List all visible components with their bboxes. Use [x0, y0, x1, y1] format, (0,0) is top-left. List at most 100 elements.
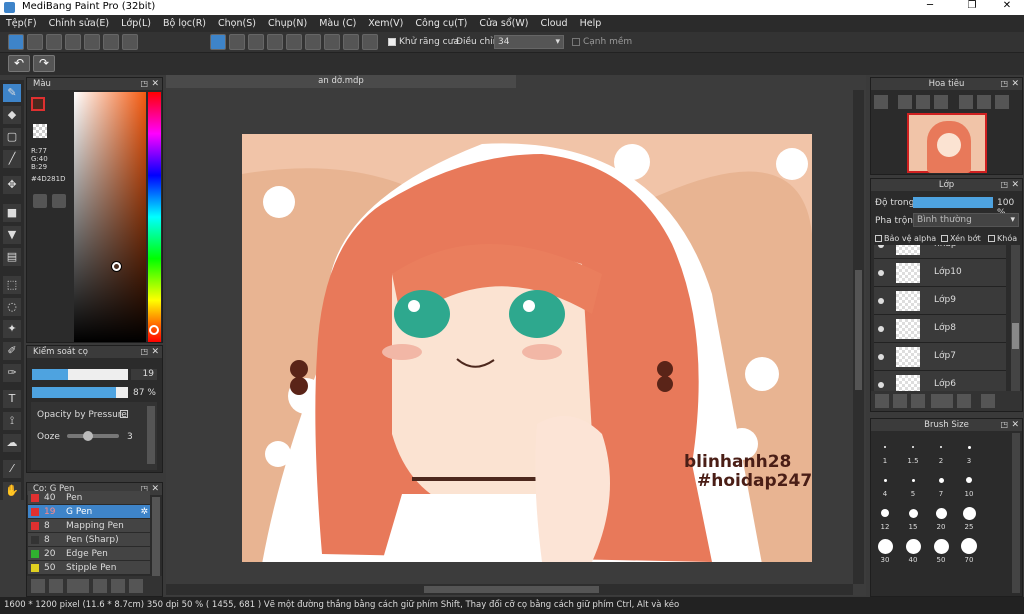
drawing-canvas[interactable]: blinhanh28 #hoidap247 [242, 134, 812, 562]
move-tool-icon[interactable]: ✥ [3, 176, 21, 194]
undo-button[interactable]: ↶ [8, 55, 30, 72]
eye-icon[interactable] [878, 326, 884, 332]
magic-wand-icon[interactable]: ✦ [3, 320, 21, 338]
circle-snap-icon[interactable] [305, 34, 321, 50]
transparent-color[interactable] [33, 124, 47, 138]
menu-item-9[interactable]: Cửa sổ(W) [473, 18, 534, 29]
perspective-snap-icon[interactable] [267, 34, 283, 50]
redo-button[interactable]: ↷ [33, 55, 55, 72]
grid-snap-icon[interactable] [248, 34, 264, 50]
menu-item-4[interactable]: Chọn(S) [212, 18, 262, 29]
hue-slider[interactable] [148, 92, 161, 342]
select-rect-icon[interactable]: ⬚ [3, 276, 21, 294]
brush-size-dot[interactable] [967, 445, 971, 449]
menu-item-1[interactable]: Chỉnh sửa(E) [43, 18, 116, 29]
duplicate-layer-icon[interactable] [911, 394, 925, 408]
color-history-icon[interactable] [52, 194, 66, 208]
close-icon[interactable]: ✕ [1011, 419, 1019, 431]
delete-brush-icon[interactable] [129, 579, 143, 593]
minimize-button[interactable]: ─ [915, 0, 945, 11]
clip-checkbox[interactable] [941, 235, 948, 242]
brush-size-dot[interactable] [911, 478, 915, 482]
smooth-checkbox[interactable] [572, 38, 580, 46]
merge-layer-icon[interactable] [981, 394, 995, 408]
add-brush-icon[interactable] [31, 579, 45, 593]
line-tool-icon[interactable]: ╱ [3, 150, 21, 168]
comment-icon[interactable] [46, 34, 62, 50]
new-brush-icon[interactable] [49, 579, 63, 593]
cloud-icon[interactable] [8, 34, 24, 50]
brush-list-item[interactable]: 8 Mapping Pen [28, 519, 150, 533]
undock-icon[interactable]: ◳ [140, 78, 148, 90]
brush-list-item[interactable]: 50 Stipple Pen [28, 561, 150, 575]
size-slider[interactable] [32, 369, 128, 380]
brush-menu-icon[interactable] [67, 579, 89, 593]
eye-icon[interactable] [878, 298, 884, 304]
layer-row[interactable]: Lớp9 [874, 287, 1006, 315]
fit-icon[interactable] [916, 95, 930, 109]
new-halftone-layer-icon[interactable] [893, 394, 907, 408]
close-icon[interactable]: ✕ [1011, 179, 1019, 191]
brush-size-dot[interactable] [912, 446, 914, 448]
export-icon[interactable] [27, 34, 43, 50]
zoom-in-icon[interactable] [874, 95, 888, 109]
eyedropper-icon[interactable]: ⁄ [3, 460, 21, 478]
brush-size-dot[interactable] [961, 538, 977, 554]
page-icon[interactable] [84, 34, 100, 50]
ooze-slider[interactable] [67, 431, 119, 441]
menu-item-11[interactable]: Help [574, 18, 608, 29]
parallel-snap-icon[interactable] [229, 34, 245, 50]
brush-size-dot[interactable] [938, 477, 944, 483]
horizontal-scroll-thumb[interactable] [424, 586, 599, 593]
menu-item-7[interactable]: Xem(V) [362, 18, 409, 29]
radial-snap-icon[interactable] [286, 34, 302, 50]
menu-item-0[interactable]: Tệp(F) [0, 18, 43, 29]
layer-row[interactable]: Lớp10 [874, 259, 1006, 287]
menu-item-3[interactable]: Bộ lọc(R) [157, 18, 212, 29]
brush-size-dot[interactable] [908, 508, 918, 518]
size-value-box[interactable]: 19 [131, 369, 157, 380]
layer-row[interactable]: nháp [874, 245, 1006, 259]
reset-icon[interactable] [977, 95, 991, 109]
select-pen-icon[interactable]: ✐ [3, 342, 21, 360]
eraser-tool-icon[interactable]: ◆ [3, 106, 21, 124]
menu-item-10[interactable]: Cloud [534, 18, 573, 29]
close-icon[interactable]: ✕ [1011, 78, 1019, 90]
lock-checkbox[interactable] [988, 235, 995, 242]
brush-size-dot[interactable] [935, 507, 947, 519]
speech-tool-icon[interactable]: ☁ [3, 434, 21, 452]
layer-row[interactable]: Lớp7 [874, 343, 1006, 371]
divide-tool-icon[interactable]: ⟟ [3, 412, 21, 430]
brush-list-item[interactable]: 40 Pen [28, 491, 150, 505]
hand-icon[interactable]: ✋ [3, 482, 21, 500]
gradient-tool-icon[interactable]: ▤ [3, 248, 21, 266]
brush-list-scrollbar[interactable] [152, 497, 160, 577]
folder-icon[interactable] [111, 579, 125, 593]
menu-item-8[interactable]: Công cụ(T) [409, 18, 473, 29]
brush-size-scrollbar[interactable] [1012, 433, 1020, 593]
lasso-icon[interactable]: ◌ [3, 298, 21, 316]
menu-item-5[interactable]: Chụp(N) [262, 18, 313, 29]
protect-alpha-checkbox[interactable] [875, 235, 882, 242]
undock-icon[interactable]: ◳ [1000, 179, 1008, 191]
brush-size-dot[interactable] [905, 538, 921, 554]
brush-size-dot[interactable] [881, 509, 889, 517]
eye-icon[interactable] [878, 354, 884, 360]
adjust-select[interactable]: 34 ▾ [494, 35, 564, 49]
layer-opacity-slider[interactable] [913, 197, 993, 208]
copy-brush-icon[interactable] [93, 579, 107, 593]
speech-bubble-icon[interactable] [65, 34, 81, 50]
settings-snap-icon[interactable] [343, 34, 359, 50]
close-icon[interactable]: ✕ [151, 346, 159, 358]
brush-size-dot[interactable] [883, 478, 887, 482]
layer-list-scrollbar[interactable] [1011, 245, 1020, 391]
palette-icon[interactable] [33, 194, 47, 208]
brush-size-dot[interactable] [962, 506, 976, 520]
layer-row[interactable]: Lớp6 [874, 371, 1006, 391]
brush-size-dot[interactable] [933, 538, 949, 554]
opacity-slider[interactable] [32, 387, 128, 398]
eye-icon[interactable] [878, 270, 884, 276]
eye-icon[interactable] [878, 245, 884, 248]
menu-item-6[interactable]: Màu (C) [313, 18, 362, 29]
antialias-checkbox[interactable] [388, 38, 396, 46]
